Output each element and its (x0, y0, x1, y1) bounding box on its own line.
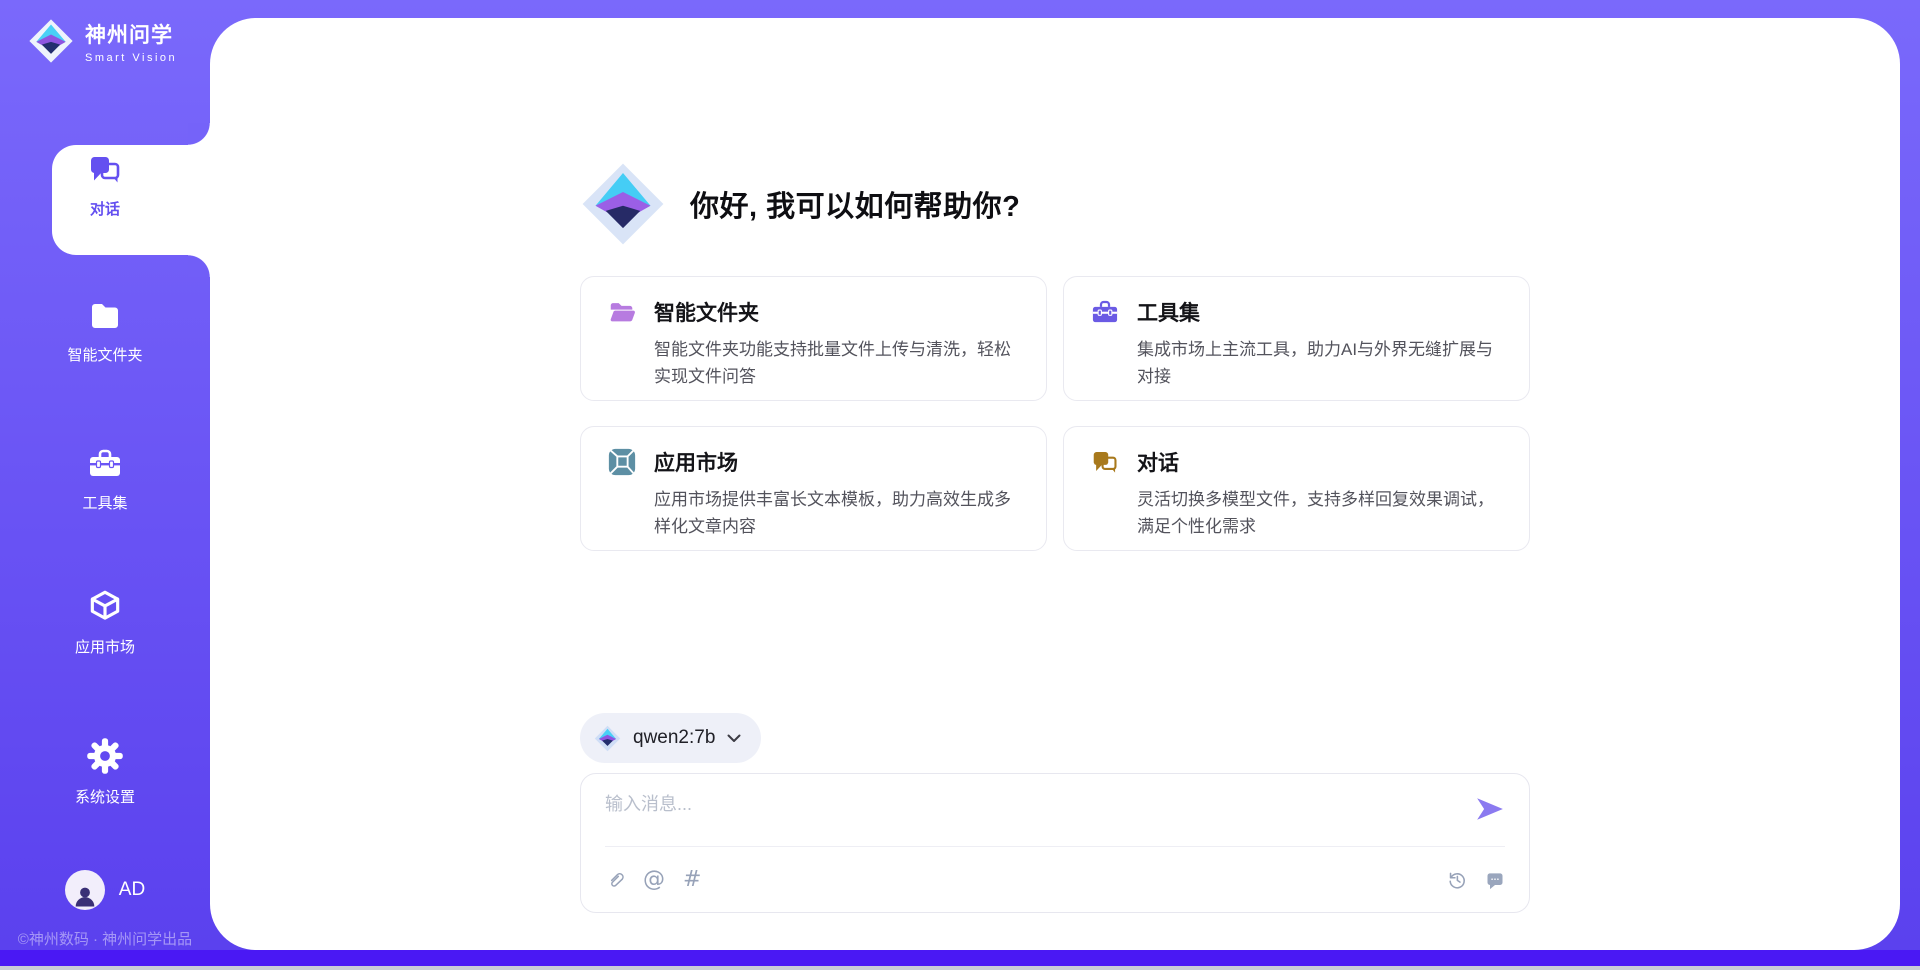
card-description: 智能文件夹功能支持批量文件上传与清洗，轻松实现文件问答 (654, 336, 1020, 390)
mention-button[interactable]: @ (643, 870, 665, 890)
toolbox-icon (86, 446, 124, 482)
message-composer: @ # (580, 773, 1530, 913)
chat-bubble-icon (1485, 870, 1505, 890)
sidebar: 神州问学 Smart Vision 对话 智能文件夹 (0, 0, 210, 970)
copyright-text: ©神州数码 · 神州问学出品 (5, 928, 205, 949)
person-icon (71, 882, 99, 910)
chat-icon (86, 152, 124, 188)
card-smart-folder[interactable]: 智能文件夹 智能文件夹功能支持批量文件上传与清洗，轻松实现文件问答 (580, 276, 1047, 401)
paperclip-icon (605, 869, 625, 891)
card-title: 智能文件夹 (654, 297, 759, 327)
model-selector[interactable]: qwen2:7b (580, 713, 761, 763)
sidebar-item-app-market[interactable]: 应用市场 (5, 588, 205, 657)
user-profile[interactable]: AD (5, 870, 205, 910)
folder-open-icon (607, 297, 637, 327)
card-app-market[interactable]: 应用市场 应用市场提供丰富长文本模板，助力高效生成多样化文章内容 (580, 426, 1047, 551)
app-root: 神州问学 Smart Vision 对话 智能文件夹 (0, 0, 1920, 970)
card-title: 对话 (1137, 447, 1179, 477)
conversation-button[interactable] (1485, 870, 1505, 890)
card-toolset[interactable]: 工具集 集成市场上主流工具，助力AI与外界无缝扩展与对接 (1063, 276, 1530, 401)
brand-subtitle: Smart Vision (85, 52, 177, 64)
sidebar-item-label: 智能文件夹 (67, 344, 142, 365)
sidebar-item-smart-folder[interactable]: 智能文件夹 (5, 298, 205, 365)
feature-cards: 智能文件夹 智能文件夹功能支持批量文件上传与清洗，轻松实现文件问答 工具 (580, 276, 1530, 551)
brand-name: 神州问学 (85, 19, 177, 49)
grid-cube-icon (607, 447, 637, 477)
greeting-title: 你好, 我可以如何帮助你? (690, 183, 1020, 225)
sidebar-item-settings[interactable]: 系统设置 (5, 736, 205, 807)
card-chat[interactable]: 对话 灵活切换多模型文件，支持多样回复效果调试，满足个性化需求 (1063, 426, 1530, 551)
sidebar-item-label: 系统设置 (75, 786, 135, 807)
card-description: 灵活切换多模型文件，支持多样回复效果调试，满足个性化需求 (1137, 486, 1503, 540)
hash-icon: # (683, 870, 701, 890)
gear-icon (85, 736, 125, 776)
send-icon (1475, 796, 1505, 822)
sidebar-item-label: 对话 (90, 198, 120, 219)
brand-logo: 神州问学 Smart Vision (28, 18, 177, 64)
card-title: 应用市场 (654, 447, 738, 477)
card-title: 工具集 (1137, 297, 1200, 327)
attach-file-button[interactable] (605, 869, 625, 891)
greeting-block: 你好, 我可以如何帮助你? (580, 160, 1530, 248)
card-description: 集成市场上主流工具，助力AI与外界无缝扩展与对接 (1137, 336, 1503, 390)
sidebar-item-chat[interactable]: 对话 (5, 152, 205, 219)
sidebar-item-label: 应用市场 (75, 636, 135, 657)
cube-icon (85, 588, 125, 626)
horizontal-scrollbar[interactable] (0, 966, 1920, 970)
send-button[interactable] (1475, 796, 1505, 822)
model-name: qwen2:7b (633, 727, 715, 749)
sidebar-item-toolset[interactable]: 工具集 (5, 446, 205, 513)
history-button[interactable] (1446, 869, 1467, 890)
main-panel: 你好, 我可以如何帮助你? 智能文件夹 智能文件夹功能支持批量文件上传与清洗，轻… (210, 18, 1900, 950)
model-gem-icon (594, 725, 621, 752)
card-description: 应用市场提供丰富长文本模板，助力高效生成多样化文章内容 (654, 486, 1020, 540)
folder-icon (87, 298, 123, 334)
toolbox-icon (1090, 298, 1120, 327)
message-input[interactable] (605, 790, 1461, 840)
tab-fillet-top (188, 123, 210, 145)
brand-gem-icon (28, 18, 74, 64)
chevron-down-icon (727, 734, 741, 743)
tab-fillet-bottom (188, 255, 210, 277)
chat-icon (1090, 448, 1120, 477)
bottom-accent-strip (0, 950, 1920, 966)
topic-button[interactable]: # (683, 870, 701, 890)
at-icon: @ (643, 870, 665, 890)
assistant-gem-icon (580, 161, 666, 247)
avatar (65, 870, 105, 910)
history-icon (1446, 869, 1467, 890)
user-initials: AD (119, 879, 145, 901)
sidebar-item-label: 工具集 (82, 492, 127, 513)
